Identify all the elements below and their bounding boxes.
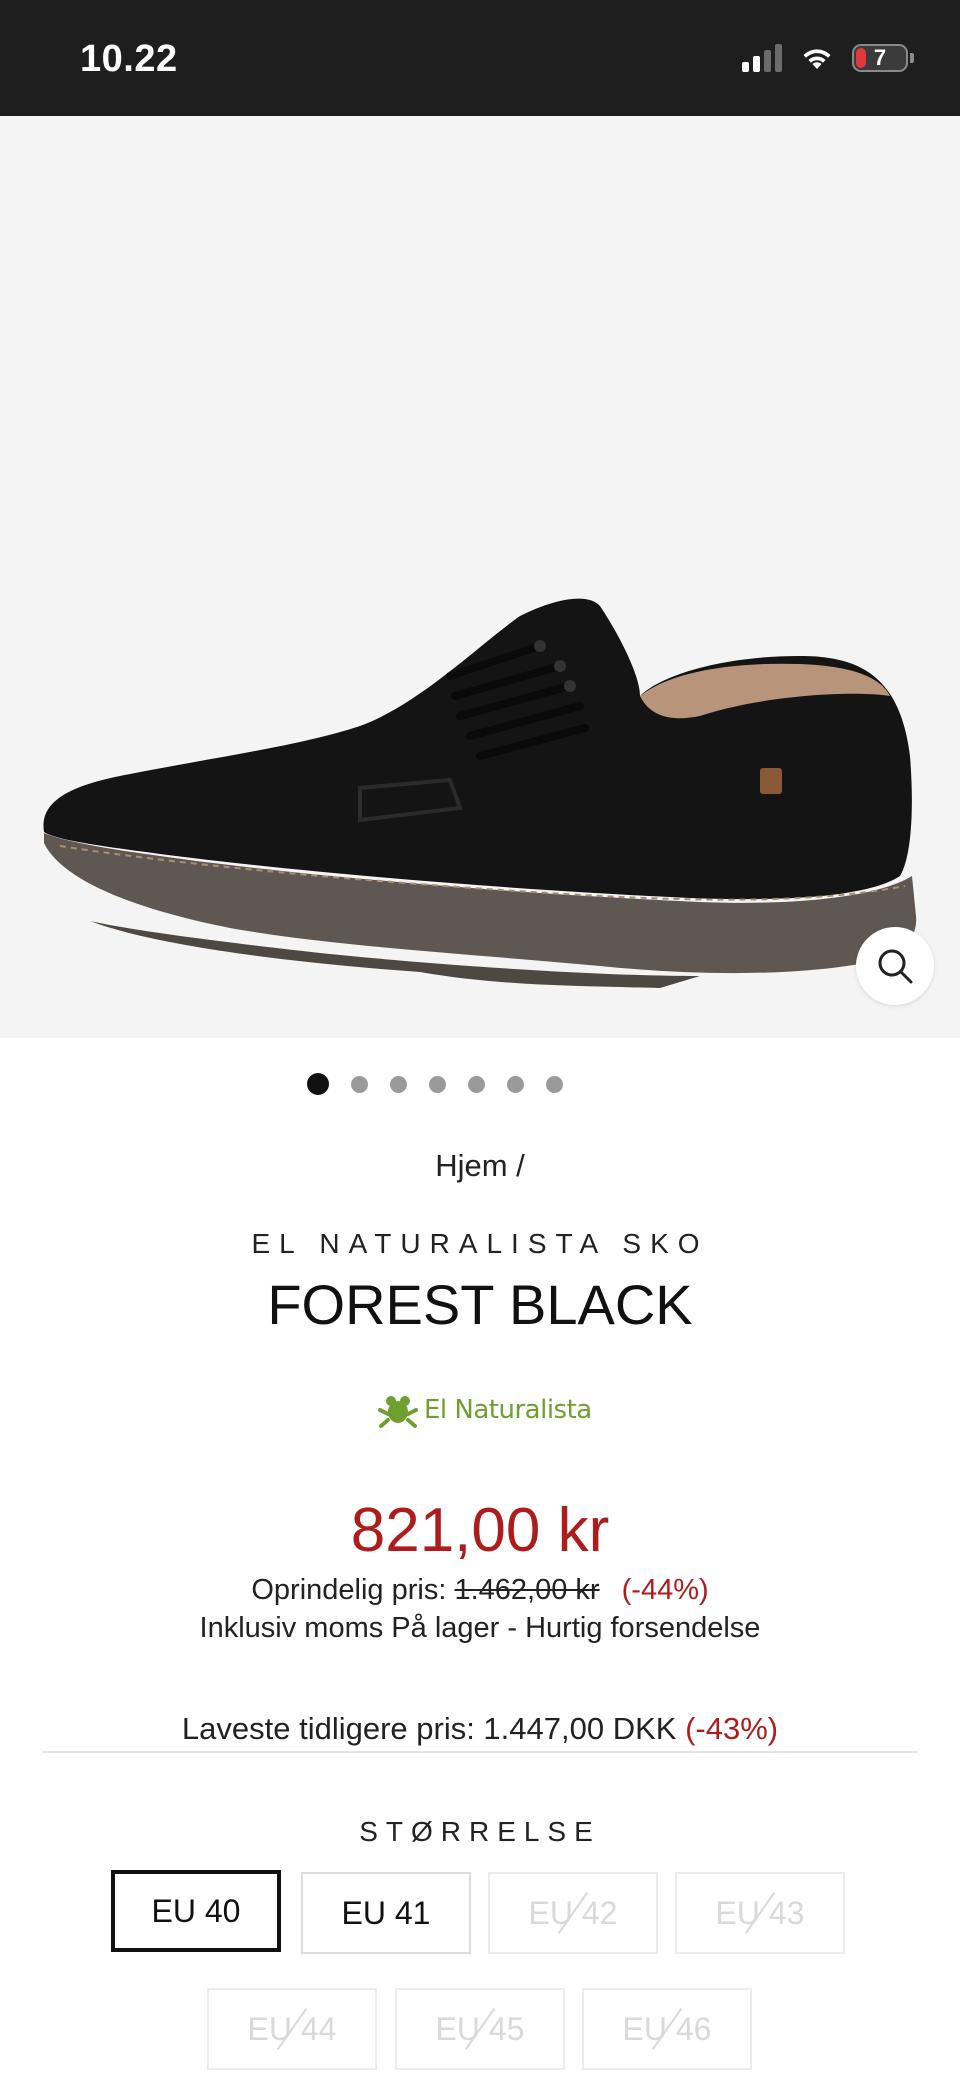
product-image[interactable] xyxy=(0,116,960,1038)
frog-icon xyxy=(378,1396,418,1428)
size-option-eu44[interactable]: EU 44 xyxy=(207,1988,377,2070)
status-bar: 10.22 7 xyxy=(0,0,960,116)
size-title: STØRRELSE xyxy=(359,1816,601,1847)
battery-icon: 7 xyxy=(852,44,908,72)
original-price-label: Oprindelig pris: xyxy=(251,1574,447,1606)
cellular-signal-icon xyxy=(742,44,782,72)
zoom-button[interactable] xyxy=(856,927,934,1005)
size-option-eu41[interactable]: EU 41 xyxy=(301,1872,471,1954)
stock-info: Inklusiv moms På lager - Hurtig forsende… xyxy=(199,1612,761,1644)
wifi-icon xyxy=(803,49,831,69)
lowest-price-line: Laveste tidligere pris: 1.447,00 DKK (-4… xyxy=(0,1711,960,1747)
brand-logo[interactable]: El Naturalista xyxy=(378,1392,592,1428)
status-time: 10.22 xyxy=(80,38,178,80)
brand-name[interactable]: EL NATURALISTA SKO xyxy=(0,1228,960,1260)
current-price: 821,00 kr xyxy=(350,1496,610,1565)
size-option-eu45[interactable]: EU 45 xyxy=(395,1988,565,2070)
gallery-dot-1[interactable] xyxy=(307,1073,329,1095)
gallery-dot-3[interactable] xyxy=(390,1075,407,1093)
magnifier-icon xyxy=(878,949,913,984)
breadcrumb[interactable]: Hjem / xyxy=(0,1148,960,1184)
size-option-eu46[interactable]: EU 46 xyxy=(582,1988,752,2070)
original-price: 1.462,00 kr xyxy=(454,1574,600,1606)
size-option-eu40[interactable]: EU 40 xyxy=(111,1870,281,1952)
lowest-price-discount: (-43%) xyxy=(685,1711,779,1746)
size-option-eu43[interactable]: EU 43 xyxy=(675,1872,845,1954)
gallery-pagination xyxy=(0,1073,960,1095)
gallery-dot-5[interactable] xyxy=(468,1075,485,1093)
battery-level: 7 xyxy=(873,45,887,70)
gallery-dot-4[interactable] xyxy=(429,1075,446,1093)
gallery-dot-2[interactable] xyxy=(351,1075,368,1093)
size-option-eu42[interactable]: EU 42 xyxy=(488,1872,658,1954)
original-price-line: Oprindelig pris: 1.462,00 kr (-44%) xyxy=(0,1574,960,1607)
product-title: FOREST BLACK xyxy=(267,1273,693,1336)
discount-badge: (-44%) xyxy=(621,1574,709,1606)
divider xyxy=(42,1751,918,1753)
status-icons: 7 xyxy=(742,44,914,72)
lowest-price-label: Laveste tidligere pris: 1.447,00 DKK xyxy=(181,1711,677,1746)
shoe-image xyxy=(43,598,917,988)
gallery-dot-6[interactable] xyxy=(507,1075,524,1093)
gallery-dot-7[interactable] xyxy=(546,1075,563,1093)
logo-text: El Naturalista xyxy=(424,1395,592,1425)
